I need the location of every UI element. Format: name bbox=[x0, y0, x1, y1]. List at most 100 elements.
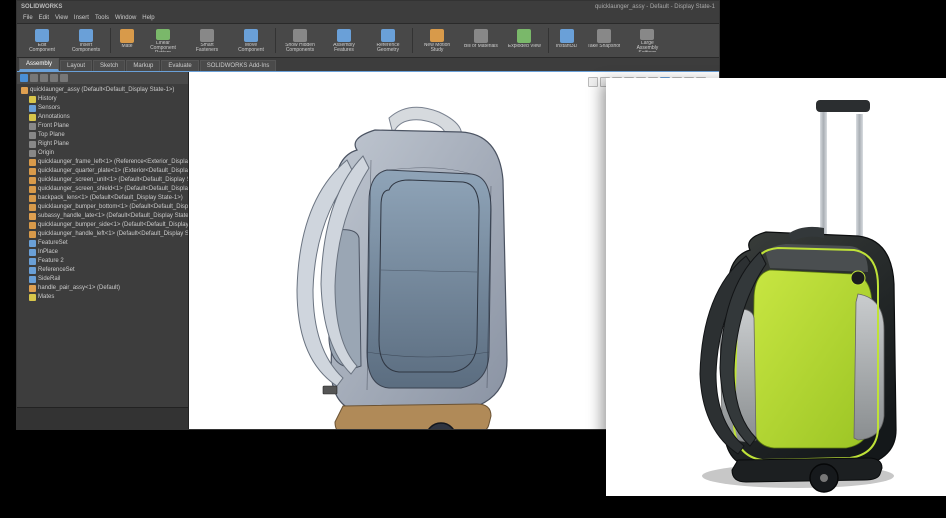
ribbon-take-snapshot[interactable]: Take Snapshot bbox=[583, 26, 624, 55]
tree-node[interactable]: handle_pair_assy<1> (Default) bbox=[21, 284, 186, 293]
feature-manager-toolbar bbox=[17, 72, 188, 84]
menu-file[interactable]: File bbox=[23, 15, 33, 21]
ribbon-bill-of-materials[interactable]: Bill of Materials bbox=[460, 26, 502, 55]
tree-node[interactable]: quicklaunger_assy (Default<Default_Displ… bbox=[21, 86, 186, 95]
menu-view[interactable]: View bbox=[55, 15, 68, 21]
tree-node[interactable]: quicklaunger_bumper_side<1> (Default<Def… bbox=[21, 221, 186, 230]
part-icon bbox=[29, 204, 36, 211]
menu-tools[interactable]: Tools bbox=[95, 15, 109, 21]
tab-sketch[interactable]: Sketch bbox=[93, 60, 125, 71]
tab-solidworks-add-ins[interactable]: SOLIDWORKS Add-Ins bbox=[200, 60, 277, 71]
feature-tree-tab-icon[interactable] bbox=[20, 74, 28, 82]
tree-node[interactable]: History bbox=[21, 95, 186, 104]
asm-icon bbox=[21, 87, 28, 94]
ribbon-label: Move Component bbox=[234, 43, 268, 52]
tree-node[interactable]: ReferenceSet bbox=[21, 266, 186, 275]
ribbon-mate[interactable]: Mate bbox=[114, 26, 140, 55]
ribbon-icon bbox=[430, 29, 444, 42]
tree-node-label: Right Plane bbox=[38, 140, 69, 149]
ribbon-smart-fasteners[interactable]: Smart Fasteners bbox=[186, 26, 228, 55]
ribbon-icon bbox=[156, 29, 170, 40]
ribbon-icon bbox=[474, 29, 488, 43]
part-icon bbox=[29, 222, 36, 229]
ribbon-show-hidden-components[interactable]: Show Hidden Components bbox=[279, 26, 321, 55]
tab-layout[interactable]: Layout bbox=[60, 60, 92, 71]
tree-node[interactable]: quicklaunger_screen_shield<1> (Default<D… bbox=[21, 185, 186, 194]
document-name: quicklaunger_assy - Default - Display St… bbox=[595, 4, 715, 10]
ribbon-move-component[interactable]: Move Component bbox=[230, 26, 272, 55]
origin-icon bbox=[29, 132, 36, 139]
tree-node[interactable]: Right Plane bbox=[21, 140, 186, 149]
ribbon-icon bbox=[79, 29, 93, 42]
menu-bar: File Edit View Insert Tools Window Help bbox=[17, 13, 719, 24]
menu-edit[interactable]: Edit bbox=[39, 15, 49, 21]
ribbon-label: Large Assembly Settings bbox=[630, 41, 664, 52]
menu-window[interactable]: Window bbox=[115, 15, 136, 21]
tree-node[interactable]: SideRail bbox=[21, 275, 186, 284]
tree-node[interactable]: Mates bbox=[21, 293, 186, 302]
tree-node[interactable]: Top Plane bbox=[21, 131, 186, 140]
ribbon-icon bbox=[597, 29, 611, 43]
asm-icon bbox=[29, 213, 36, 220]
ribbon-large-assembly-settings[interactable]: Large Assembly Settings bbox=[626, 26, 668, 55]
tab-assembly[interactable]: Assembly bbox=[19, 58, 59, 71]
ribbon-insert-components[interactable]: Insert Components bbox=[65, 26, 107, 55]
ribbon-label: Assembly Features bbox=[327, 43, 361, 52]
ribbon-label: Reference Geometry bbox=[371, 43, 405, 52]
ribbon-instant3d[interactable]: Instant3D bbox=[552, 26, 581, 55]
product-photo-rolling-backpack bbox=[606, 78, 946, 496]
tree-node[interactable]: quicklaunger_handle_left<1> (Default<Def… bbox=[21, 230, 186, 239]
ribbon-separator bbox=[275, 28, 276, 53]
feature-icon bbox=[29, 105, 36, 112]
folder-icon bbox=[29, 96, 36, 103]
ribbon-new-motion-study[interactable]: New Motion Study bbox=[416, 26, 458, 55]
ribbon-label: Mate bbox=[121, 44, 132, 49]
tree-node-label: InPlace bbox=[38, 248, 58, 257]
property-manager-tab-icon[interactable] bbox=[30, 74, 38, 82]
ribbon-label: Linear Component Pattern bbox=[146, 41, 180, 52]
ribbon-label: New Motion Study bbox=[420, 43, 454, 52]
zoom-fit-button[interactable] bbox=[588, 77, 598, 87]
part-icon bbox=[29, 195, 36, 202]
title-bar: SOLIDWORKS quicklaunger_assy - Default -… bbox=[17, 1, 719, 13]
tree-node[interactable]: quicklaunger_frame_left<1> (Reference<Ex… bbox=[21, 158, 186, 167]
tree-node[interactable]: InPlace bbox=[21, 248, 186, 257]
tree-node[interactable]: FeatureSet bbox=[21, 239, 186, 248]
asm-icon bbox=[29, 285, 36, 292]
menu-help[interactable]: Help bbox=[142, 15, 154, 21]
tree-node-label: Front Plane bbox=[38, 122, 69, 131]
ribbon-linear-component-pattern[interactable]: Linear Component Pattern bbox=[142, 26, 184, 55]
tree-node[interactable]: Front Plane bbox=[21, 122, 186, 131]
ribbon-reference-geometry[interactable]: Reference Geometry bbox=[367, 26, 409, 55]
tree-node[interactable]: subassy_handle_late<1> (Default<Default_… bbox=[21, 212, 186, 221]
tree-node-label: quicklaunger_bumper_bottom<1> (Default<D… bbox=[38, 203, 188, 212]
part-icon bbox=[29, 177, 36, 184]
ribbon-icon bbox=[35, 29, 49, 42]
ribbon-separator bbox=[412, 28, 413, 53]
tree-node[interactable]: quicklaunger_quarter_plate<1> (Exterior<… bbox=[21, 167, 186, 176]
product-photo-panel bbox=[606, 78, 946, 496]
tree-node[interactable]: quicklaunger_screen_unit<1> (Default<Def… bbox=[21, 176, 186, 185]
tab-markup[interactable]: Markup bbox=[126, 60, 160, 71]
tab-evaluate[interactable]: Evaluate bbox=[161, 60, 198, 71]
display-manager-tab-icon[interactable] bbox=[60, 74, 68, 82]
config-manager-tab-icon[interactable] bbox=[40, 74, 48, 82]
tree-node[interactable]: Sensors bbox=[21, 104, 186, 113]
origin-icon bbox=[29, 123, 36, 130]
tree-node[interactable]: quicklaunger_bumper_bottom<1> (Default<D… bbox=[21, 203, 186, 212]
ribbon-icon bbox=[244, 29, 258, 42]
ribbon-icon bbox=[517, 29, 531, 43]
tree-node[interactable]: Feature 2 bbox=[21, 257, 186, 266]
dim-manager-tab-icon[interactable] bbox=[50, 74, 58, 82]
ribbon-exploded-view[interactable]: Exploded View bbox=[504, 26, 545, 55]
menu-insert[interactable]: Insert bbox=[74, 15, 89, 21]
feature-tree[interactable]: quicklaunger_assy (Default<Default_Displ… bbox=[17, 84, 188, 407]
tree-node[interactable]: Origin bbox=[21, 149, 186, 158]
tree-node[interactable]: backpack_lens<1> (Default<Default_Displa… bbox=[21, 194, 186, 203]
ribbon-assembly-features[interactable]: Assembly Features bbox=[323, 26, 365, 55]
tree-node[interactable]: Annotations bbox=[21, 113, 186, 122]
ribbon-edit-component[interactable]: Edit Component bbox=[21, 26, 63, 55]
folder-icon bbox=[29, 114, 36, 121]
tree-node-label: Feature 2 bbox=[38, 257, 64, 266]
tree-node-label: backpack_lens<1> (Default<Default_Displa… bbox=[38, 194, 183, 203]
